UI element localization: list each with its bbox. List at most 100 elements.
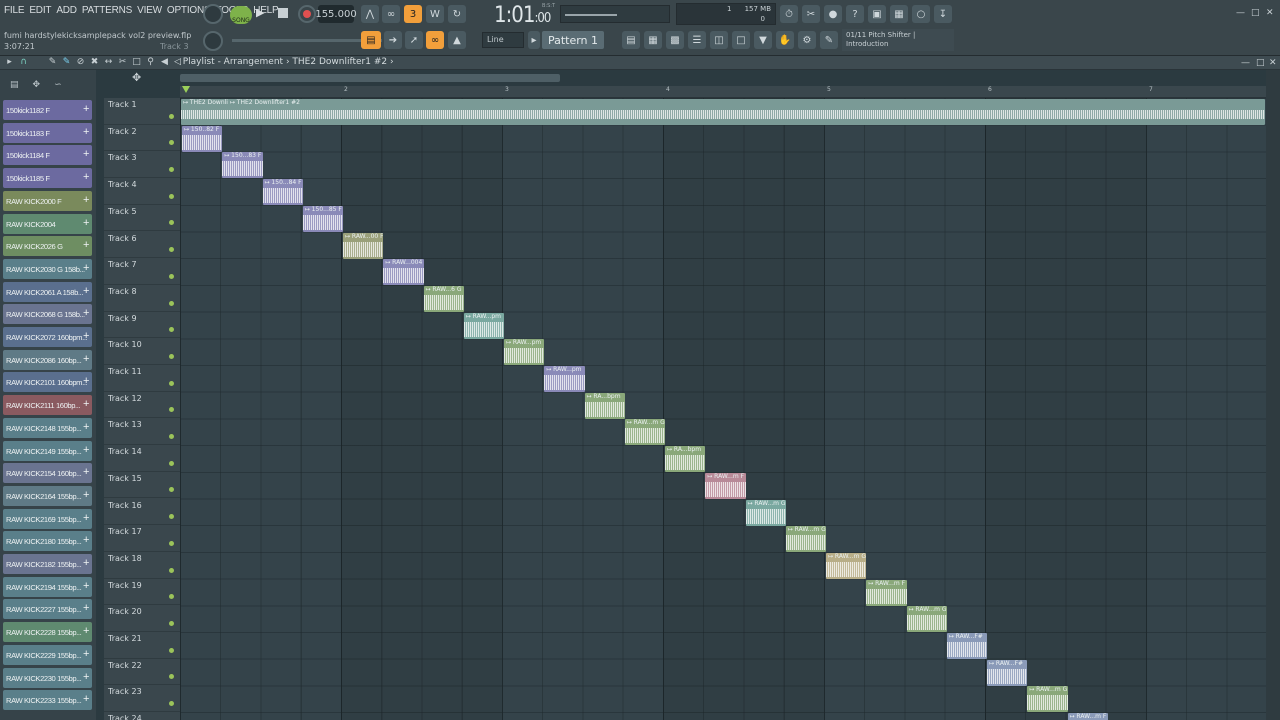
channel-add-icon[interactable]: + — [83, 103, 89, 115]
record-icon[interactable] — [298, 5, 316, 23]
track-header[interactable]: Track 10 — [104, 338, 180, 365]
channel-button[interactable]: RAW KICK2169 155bp... + — [3, 508, 92, 529]
magnet-icon[interactable]: ∩ — [18, 57, 29, 67]
channel-button[interactable]: RAW KICK2000 F + — [3, 190, 92, 211]
channel-button[interactable]: RAW KICK2194 155bp... + — [3, 576, 92, 597]
tempo-display[interactable]: 155.000 — [315, 5, 357, 23]
vertical-scrollbar[interactable] — [1266, 70, 1280, 720]
track-header[interactable]: Track 21 — [104, 632, 180, 659]
stamp-icon[interactable]: ▲ — [448, 31, 466, 49]
track-header[interactable]: Track 8 — [104, 285, 180, 312]
touch-icon[interactable]: ✋ — [776, 31, 794, 49]
audio-clip[interactable]: ↦ RA...bpm — [665, 446, 706, 473]
track-header[interactable]: Track 22 — [104, 659, 180, 686]
track-enable-icon[interactable] — [169, 487, 174, 493]
delete-icon[interactable]: ⊘ — [75, 57, 86, 67]
timeline-ruler[interactable]: 2 3 4 5 6 7 — [180, 86, 1266, 98]
channel-add-icon[interactable]: + — [83, 421, 89, 433]
channel-add-icon[interactable]: + — [83, 489, 89, 501]
channel-button[interactable]: RAW KICK2154 160bp... + — [3, 463, 92, 484]
arrow-right-icon[interactable]: ➔ — [384, 31, 402, 49]
track-enable-icon[interactable] — [169, 594, 174, 600]
minimize-icon[interactable]: — — [1236, 8, 1245, 18]
track-enable-icon[interactable] — [169, 674, 174, 680]
slice-icon[interactable]: ✂ — [117, 57, 128, 67]
menu-file[interactable]: FILE — [4, 5, 25, 16]
audio-clip[interactable]: ↦ RAW...m G — [1027, 686, 1068, 713]
channel-button[interactable]: RAW KICK2004 + — [3, 213, 92, 234]
track-enable-icon[interactable] — [169, 434, 174, 440]
audio-clip[interactable]: ↦ 150..82 F — [182, 125, 223, 152]
channel-add-icon[interactable]: + — [83, 126, 89, 138]
help-icon[interactable]: ? — [846, 5, 864, 23]
playhead-marker[interactable] — [182, 86, 190, 93]
track-enable-icon[interactable] — [169, 273, 174, 279]
channel-add-icon[interactable]: + — [83, 625, 89, 637]
master-pitch-slider[interactable] — [232, 39, 382, 42]
track-header[interactable]: Track 1 — [104, 98, 180, 125]
browser-icon[interactable]: ◫ — [710, 31, 728, 49]
channel-button[interactable]: RAW KICK2229 155bp... + — [3, 644, 92, 665]
audio-clip[interactable]: ↦ RAW...m G — [745, 499, 786, 526]
channel-add-icon[interactable]: + — [83, 194, 89, 206]
mixer-icon[interactable]: ☰ — [688, 31, 706, 49]
maximize-icon[interactable]: □ — [1251, 8, 1260, 18]
track-header[interactable]: Track 16 — [104, 499, 180, 526]
track-enable-icon[interactable] — [169, 220, 174, 226]
master-volume-knob[interactable] — [203, 4, 223, 24]
track-header[interactable]: Track 20 — [104, 605, 180, 632]
audio-clip[interactable]: ↦ RAW...pm — [504, 339, 545, 366]
channel-add-icon[interactable]: + — [83, 512, 89, 524]
track-header[interactable]: Track 6 — [104, 232, 180, 259]
channel-button[interactable]: 150kick1184 F + — [3, 145, 92, 166]
playback-icon[interactable]: ◀ — [159, 57, 170, 67]
channel-button[interactable]: RAW KICK2068 G 158b... + — [3, 304, 92, 325]
channel-add-icon[interactable]: + — [83, 307, 89, 319]
channel-button[interactable]: 150kick1182 F + — [3, 100, 92, 120]
save-icon[interactable]: ▣ — [868, 5, 886, 23]
channel-button[interactable]: RAW KICK2148 155bp... + — [3, 417, 92, 438]
audio-clip[interactable]: ↦ RAW...004 — [383, 259, 424, 286]
channel-add-icon[interactable]: + — [83, 148, 89, 160]
script-icon[interactable]: ✎ — [820, 31, 838, 49]
track-enable-icon[interactable] — [169, 540, 174, 546]
mixer-settings-icon[interactable]: ▦ — [890, 5, 908, 23]
channel-add-icon[interactable]: + — [83, 648, 89, 660]
audio-clip[interactable]: ↦ RAW...m F — [866, 579, 907, 606]
channel-button[interactable]: RAW KICK2030 G 158b... + — [3, 258, 92, 279]
channel-button[interactable]: RAW KICK2228 155bp... + — [3, 622, 92, 643]
track-enable-icon[interactable] — [169, 300, 174, 306]
plugin-picker-icon[interactable]: ⚙ — [798, 31, 816, 49]
track-enable-icon[interactable] — [169, 140, 174, 146]
channel-add-icon[interactable]: + — [83, 602, 89, 614]
playlist-speaker-icon[interactable]: ◁ — [174, 57, 183, 67]
plugin-icon[interactable]: ▼ — [754, 31, 772, 49]
channel-button[interactable]: RAW KICK2164 155bp... + — [3, 485, 92, 506]
pencil-icon[interactable]: ✎ — [47, 57, 58, 67]
play-icon[interactable]: ▶ — [256, 6, 272, 22]
track-enable-icon[interactable] — [169, 407, 174, 413]
wait-input-icon[interactable]: ∞ — [382, 5, 400, 23]
channel-button[interactable]: RAW KICK2026 G + — [3, 236, 92, 257]
select-icon[interactable]: □ — [131, 57, 142, 67]
channel-add-icon[interactable]: + — [83, 398, 89, 410]
playlist-minimize-icon[interactable]: — — [1241, 58, 1250, 68]
mic-icon[interactable]: ● — [824, 5, 842, 23]
track-header[interactable]: Track 17 — [104, 525, 180, 552]
mute-icon[interactable]: ✖ — [89, 57, 100, 67]
metronome-icon[interactable]: ⋀ — [361, 5, 379, 23]
channel-add-icon[interactable]: + — [83, 375, 89, 387]
arrangement-grid[interactable]: ↦ THE2 Downli ↦ THE2 Downlifter1 #2 ↦ 150… — [180, 98, 1266, 720]
track-enable-icon[interactable] — [169, 460, 174, 466]
track-enable-icon[interactable] — [169, 167, 174, 173]
song-position-slider[interactable] — [560, 5, 670, 23]
track-enable-icon[interactable] — [169, 327, 174, 333]
track-header[interactable]: Track 2 — [104, 125, 180, 152]
audio-clip[interactable]: ↦ RAW...00 F — [343, 232, 384, 259]
channel-button[interactable]: RAW KICK2149 155bp... + — [3, 440, 92, 461]
channel-button[interactable]: RAW KICK2072 160bpm... + — [3, 327, 92, 347]
undo-history-icon[interactable]: ⏱ — [780, 5, 798, 23]
track-header[interactable]: Track 15 — [104, 472, 180, 499]
track-header[interactable]: Track 3 — [104, 151, 180, 179]
channel-button[interactable]: RAW KICK2086 160bp... + — [3, 349, 92, 370]
